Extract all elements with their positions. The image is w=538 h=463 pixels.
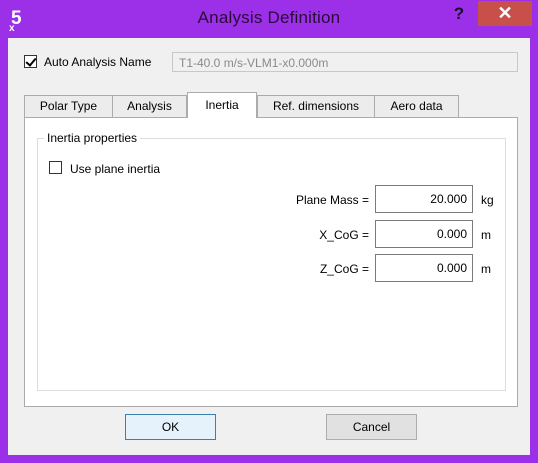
dialog-body: Auto Analysis Name T1-40.0 m/s-VLM1-x0.0…	[8, 38, 530, 455]
close-button[interactable]: ✕	[478, 1, 532, 26]
use-plane-inertia-label: Use plane inertia	[70, 162, 161, 176]
plane-mass-input[interactable]: 20.000	[375, 185, 473, 213]
cancel-button[interactable]: Cancel	[326, 414, 417, 440]
auto-name-checkbox[interactable]	[24, 55, 37, 68]
xcog-unit: m	[481, 228, 491, 242]
use-plane-inertia-checkbox[interactable]	[49, 161, 62, 174]
tab-ref-dimensions[interactable]: Ref. dimensions	[257, 95, 375, 117]
dialog-window: 5 x Analysis Definition ? ✕ Auto Analysi…	[0, 0, 538, 463]
plane-mass-unit: kg	[481, 193, 494, 207]
help-button[interactable]: ?	[446, 2, 472, 26]
plane-mass-label: Plane Mass =	[295, 193, 369, 207]
group-title: Inertia properties	[44, 131, 141, 145]
auto-name-label: Auto Analysis Name	[44, 55, 152, 69]
tab-inertia[interactable]: Inertia	[187, 92, 257, 118]
zcog-unit: m	[481, 262, 491, 276]
tab-aero-data[interactable]: Aero data	[374, 95, 459, 117]
xcog-input[interactable]: 0.000	[375, 220, 473, 248]
zcog-label: Z_CoG =	[319, 262, 369, 276]
tab-analysis[interactable]: Analysis	[112, 95, 187, 117]
xcog-label: X_CoG =	[319, 228, 369, 242]
analysis-name-field: T1-40.0 m/s-VLM1-x0.000m	[172, 52, 518, 72]
zcog-input[interactable]: 0.000	[375, 254, 473, 282]
title-bar[interactable]: 5 x Analysis Definition ? ✕	[0, 0, 538, 38]
inertia-properties-group: Inertia properties Use plane inertia Pla…	[37, 131, 506, 391]
inertia-tab-panel: Inertia properties Use plane inertia Pla…	[24, 117, 518, 407]
tab-polar-type[interactable]: Polar Type	[24, 95, 113, 117]
ok-button[interactable]: OK	[125, 414, 216, 440]
